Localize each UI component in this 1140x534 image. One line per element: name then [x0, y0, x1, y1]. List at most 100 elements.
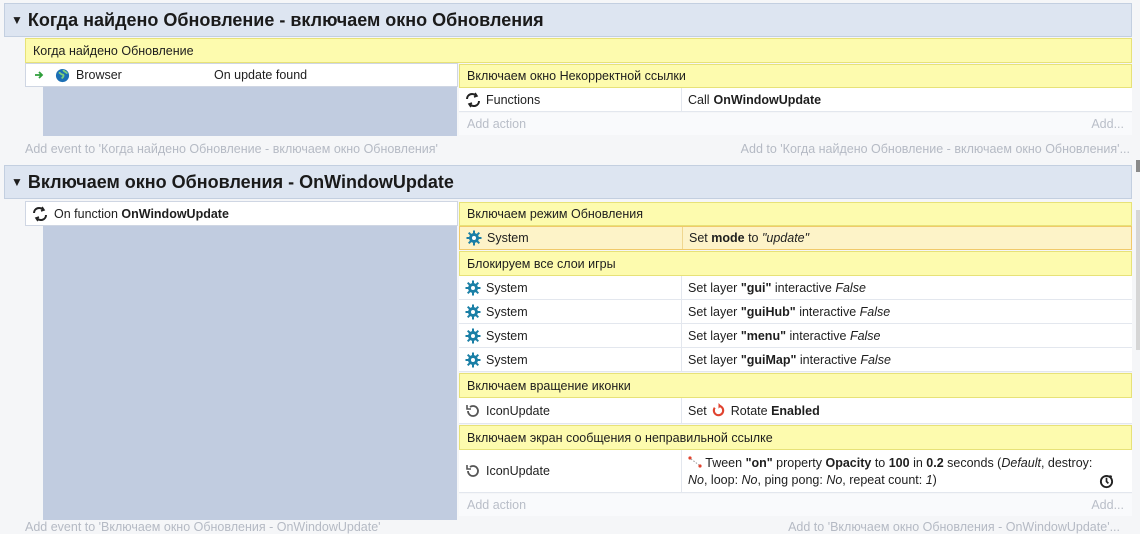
comment-text: Когда найдено Обновление: [33, 43, 194, 58]
group-title: Когда найдено Обновление - включаем окно…: [27, 9, 544, 30]
condition-text: On update found: [214, 68, 308, 82]
action-text-part: Set layer: [688, 352, 741, 367]
layer-name: "guiHub": [740, 304, 796, 319]
action-text-part: to: [744, 231, 762, 245]
action-row[interactable]: System Set layer "guiMap" interactive Fal…: [459, 348, 1132, 372]
event-comment[interactable]: Когда найдено Обновление: [25, 38, 1132, 63]
function-name: OnWindowUpdate: [713, 92, 822, 107]
green-arrow-icon: [32, 67, 48, 83]
action-text-italic: "update": [761, 231, 810, 245]
action-comment[interactable]: Блокируем все слои игры: [459, 251, 1132, 276]
functions-icon: [465, 92, 481, 108]
rotate-icon: [465, 463, 481, 479]
globe-icon: [54, 67, 70, 83]
action-text-italic: Default: [1001, 456, 1041, 470]
action-text: Call OnWindowUpdate: [682, 93, 821, 107]
add-event-link[interactable]: Add event to 'Включаем окно Обновления -…: [25, 520, 381, 534]
add-action-link[interactable]: Add action: [467, 498, 526, 512]
condition-panel[interactable]: [43, 87, 457, 136]
action-text-part: interactive: [795, 304, 860, 319]
add-event-row[interactable]: Add event to 'Когда найдено Обновление -…: [25, 140, 1130, 157]
functions-icon: [32, 206, 48, 222]
action-comment[interactable]: Включаем окно Некорректной ссылки: [459, 64, 1132, 88]
action-row-selected[interactable]: System Set mode to "update": [459, 226, 1132, 250]
comment-text: Включаем вращение иконки: [467, 378, 631, 393]
add-action-more-link[interactable]: Add...: [1091, 117, 1124, 131]
action-text-part: , loop:: [703, 473, 742, 487]
action-text-italic: False: [849, 328, 881, 343]
action-text-part: Set: [688, 403, 707, 418]
add-event-row[interactable]: Add event to 'Включаем окно Обновления -…: [25, 520, 1120, 534]
event-group-header-2[interactable]: ▼ Включаем окно Обновления - OnWindowUpd…: [4, 165, 1132, 199]
action-object-name: System: [486, 352, 528, 367]
action-row[interactable]: System Set layer "guiHub" interactive Fal…: [459, 300, 1132, 324]
action-text: Set mode to "update": [683, 231, 809, 245]
action-text-italic: False: [860, 352, 891, 367]
action-text-part: ): [932, 473, 937, 487]
add-action-more-link[interactable]: Add...: [1091, 498, 1124, 512]
action-row[interactable]: System Set layer "gui" interactive False: [459, 276, 1132, 300]
scrollbar-edge[interactable]: [1136, 160, 1140, 172]
action-text-bold: 0.2: [926, 456, 944, 470]
action-comment[interactable]: Включаем режим Обновления: [459, 202, 1132, 226]
action-row[interactable]: Functions Call OnWindowUpdate: [459, 88, 1132, 112]
condition-text: On function OnWindowUpdate: [54, 207, 229, 221]
add-action-row[interactable]: Add action Add...: [459, 113, 1132, 135]
action-object-name: System: [486, 328, 528, 343]
condition-panel[interactable]: [43, 226, 457, 520]
action-text: Set Rotate Enabled: [682, 403, 820, 419]
collapse-triangle-icon[interactable]: ▼: [11, 13, 23, 27]
action-comment[interactable]: Включаем экран сообщения о неправильной …: [459, 425, 1132, 450]
action-text-part: Set layer: [688, 304, 741, 319]
action-text-part: interactive: [786, 328, 850, 343]
action-object-name: System: [486, 280, 528, 295]
action-object-name: System: [486, 304, 528, 319]
event-group-header-1[interactable]: ▼ Когда найдено Обновление - включаем ок…: [4, 3, 1132, 37]
scrollbar-thumb[interactable]: [1136, 210, 1140, 350]
action-text-bold: Enabled: [771, 403, 820, 418]
action-text-bold: "on": [745, 456, 773, 470]
condition-row[interactable]: On function OnWindowUpdate: [25, 201, 458, 226]
rotate-behavior-icon: [711, 403, 727, 419]
function-name: OnWindowUpdate: [121, 206, 229, 221]
action-text-bold: mode: [711, 231, 745, 245]
layer-name: "gui": [740, 280, 772, 295]
action-text: Set layer "guiMap" interactive False: [682, 353, 891, 367]
action-object-name: System: [487, 231, 529, 245]
comment-text: Включаем экран сообщения о неправильной …: [467, 430, 773, 445]
action-text-italic: False: [859, 304, 891, 319]
action-text-part: property: [772, 456, 826, 470]
action-text-part: , repeat count:: [842, 473, 926, 487]
action-text-italic: 1: [925, 473, 933, 487]
action-text-part: seconds (: [943, 456, 1002, 470]
action-text-part: Call: [688, 92, 710, 107]
add-action-link[interactable]: Add action: [467, 117, 526, 131]
action-text-italic: No: [826, 473, 843, 487]
condition-object-name: Browser: [76, 68, 122, 82]
wait-clock-icon: [1098, 473, 1114, 489]
action-row[interactable]: IconUpdate Tween "on" property Opacity t…: [459, 450, 1132, 493]
action-text-part: interactive: [771, 280, 836, 295]
condition-row[interactable]: Browser On update found: [25, 63, 458, 87]
action-text-part: , ping pong:: [757, 473, 827, 487]
action-text-part: Tween: [705, 456, 746, 470]
action-text: Set layer "gui" interactive False: [682, 281, 866, 295]
comment-text: Блокируем все слои игры: [467, 256, 616, 271]
add-event-link[interactable]: Add event to 'Когда найдено Обновление -…: [25, 142, 438, 156]
action-text: Set layer "menu" interactive False: [682, 329, 881, 343]
action-text-part: Set layer: [688, 328, 741, 343]
add-to-link[interactable]: Add to 'Включаем окно Обновления - OnWin…: [788, 520, 1120, 534]
gear-icon: [466, 230, 482, 246]
action-row[interactable]: IconUpdate Set Rotate Enabled: [459, 398, 1132, 424]
action-text-italic: False: [835, 280, 866, 295]
collapse-triangle-icon[interactable]: ▼: [11, 175, 23, 189]
action-comment[interactable]: Включаем вращение иконки: [459, 373, 1132, 398]
add-to-link[interactable]: Add to 'Когда найдено Обновление - включ…: [741, 142, 1130, 156]
gear-icon: [465, 328, 481, 344]
action-row[interactable]: System Set layer "menu" interactive False: [459, 324, 1132, 348]
action-text-bold: Opacity: [825, 456, 872, 470]
condition-text-part: On function: [54, 206, 122, 221]
add-action-row[interactable]: Add action Add...: [459, 494, 1132, 516]
action-text-bold: 100: [888, 456, 910, 470]
action-text-part: Set layer: [688, 280, 741, 295]
